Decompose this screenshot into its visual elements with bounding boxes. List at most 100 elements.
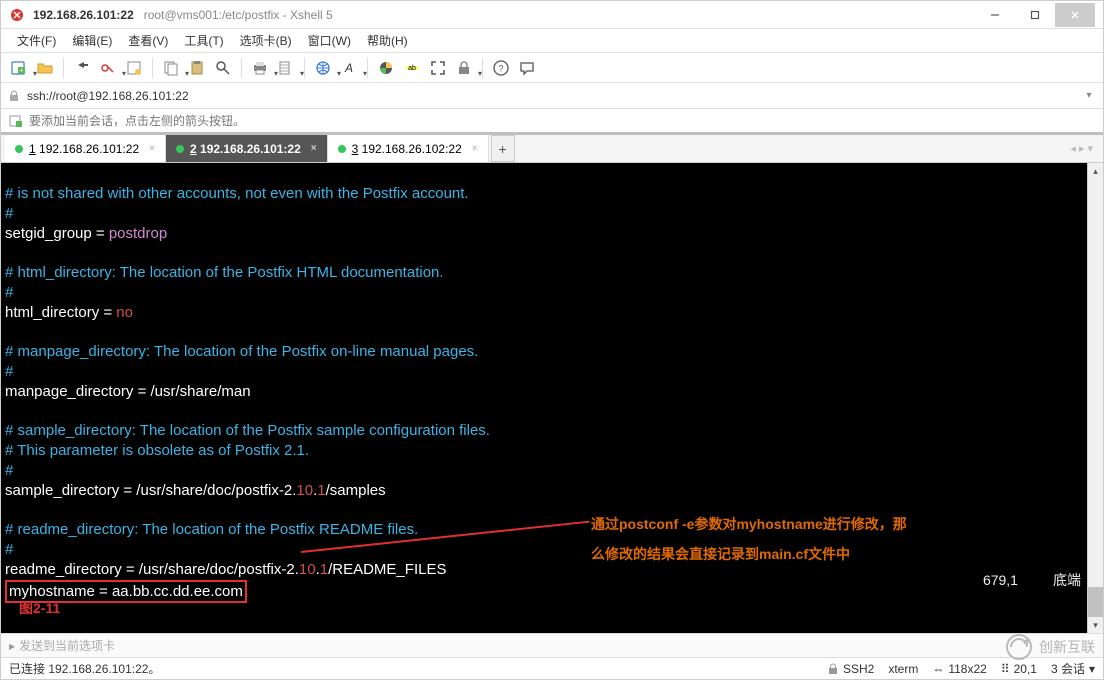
menu-help[interactable]: 帮助(H)	[359, 30, 416, 51]
terminal-line: myhostname = aa.bb.cc.dd.ee.com	[5, 583, 247, 600]
terminal-line: sample_directory = /usr/share/doc/postfi…	[5, 482, 386, 499]
svg-text:+: +	[19, 67, 23, 74]
help-button[interactable]: ?	[489, 56, 513, 80]
hint-bar: 要添加当前会话，点击左侧的箭头按钮。	[1, 109, 1103, 135]
address-dropdown[interactable]: ▾	[1081, 90, 1097, 101]
status-size: ⇔ 118x22	[932, 662, 986, 676]
font-button[interactable]: A	[337, 56, 361, 80]
scrollbar[interactable]: ▴ ▾	[1087, 163, 1103, 633]
status-connection: 已连接 192.168.26.101:22。	[9, 660, 160, 677]
terminal-line: #	[5, 284, 13, 301]
annotation-text-1: 通过postconf -e参数对myhostname进行修改，那	[591, 515, 907, 534]
terminal-line: setgid_group = postdrop	[5, 225, 167, 242]
tab-3[interactable]: 3 192.168.26.102:22 ×	[328, 135, 489, 162]
toolbar-separator	[304, 58, 305, 78]
compose-expand-icon[interactable]: ▸	[9, 639, 15, 653]
terminal-line: # is not shared with other accounts, not…	[5, 185, 469, 202]
log-button[interactable]	[274, 56, 298, 80]
status-dot-icon	[15, 145, 23, 153]
address-bar: ssh://root@192.168.26.101:22 ▾	[1, 83, 1103, 109]
tab-close-icon[interactable]: ×	[472, 143, 478, 154]
vim-position: 679,1 底端	[983, 571, 1081, 590]
terminal-line: # sample_directory: The location of the …	[5, 422, 490, 439]
reconnect-button[interactable]	[70, 56, 94, 80]
close-button[interactable]	[1055, 3, 1095, 27]
svg-text:ab: ab	[408, 65, 416, 72]
address-text[interactable]: ssh://root@192.168.26.101:22	[27, 89, 1075, 103]
menu-edit[interactable]: 编辑(E)	[64, 30, 120, 51]
tab-number: 1 192.168.26.101:22	[29, 142, 139, 156]
tab-2[interactable]: 2 192.168.26.101:22 ×	[166, 135, 328, 162]
status-sessions[interactable]: 3 会话 ▾	[1051, 660, 1095, 677]
figure-label: 图2-11	[19, 599, 60, 618]
terminal-line: # This parameter is obsolete as of Postf…	[5, 442, 309, 459]
compose-placeholder: 发送到当前选项卡	[19, 637, 115, 654]
terminal-line: #	[5, 363, 13, 380]
add-tab-button[interactable]: +	[491, 135, 515, 162]
lock-icon	[7, 89, 21, 103]
web-button[interactable]	[311, 56, 335, 80]
tab-close-icon[interactable]: ×	[149, 143, 155, 154]
color-scheme-button[interactable]	[374, 56, 398, 80]
properties-button[interactable]	[122, 56, 146, 80]
compose-bar[interactable]: ▸ 发送到当前选项卡	[1, 633, 1103, 657]
print-button[interactable]	[248, 56, 272, 80]
scroll-thumb[interactable]	[1088, 587, 1103, 617]
disconnect-button[interactable]	[96, 56, 120, 80]
paste-button[interactable]	[185, 56, 209, 80]
terminal-line: #	[5, 541, 13, 558]
terminal-line: manpage_directory = /usr/share/man	[5, 383, 251, 400]
status-ssh: SSH2	[827, 662, 874, 676]
status-cursor: ⠿ 20,1	[1001, 662, 1037, 676]
toolbar-separator	[63, 58, 64, 78]
find-button[interactable]	[211, 56, 235, 80]
menu-tabs[interactable]: 选项卡(B)	[232, 30, 300, 51]
toolbar-separator	[241, 58, 242, 78]
status-dot-icon	[176, 145, 184, 153]
menu-window[interactable]: 窗口(W)	[300, 30, 359, 51]
title-path: root@vms001:/etc/postfix - Xshell 5	[144, 8, 333, 22]
scroll-up-icon[interactable]: ▴	[1088, 163, 1103, 179]
toolbar-separator	[482, 58, 483, 78]
terminal-line: #	[5, 205, 13, 222]
toolbar: + A ab ?	[1, 53, 1103, 83]
terminal[interactable]: # is not shared with other accounts, not…	[1, 163, 1103, 633]
terminal-line: # manpage_directory: The location of the…	[5, 343, 478, 360]
menu-file[interactable]: 文件(F)	[9, 30, 64, 51]
lock-button[interactable]	[452, 56, 476, 80]
tab-bar: 1 192.168.26.101:22 × 2 192.168.26.101:2…	[1, 135, 1103, 163]
minimize-button[interactable]	[975, 3, 1015, 27]
title-ip: 192.168.26.101:22	[33, 8, 134, 22]
tab-number: 3 192.168.26.102:22	[352, 142, 462, 156]
menu-view[interactable]: 查看(V)	[120, 30, 176, 51]
menu-tools[interactable]: 工具(T)	[176, 30, 231, 51]
svg-text:A: A	[344, 61, 353, 75]
highlight-button[interactable]: ab	[400, 56, 424, 80]
status-term: xterm	[888, 662, 918, 676]
tab-nav-arrows[interactable]: ◂ ▸ ▾	[1060, 135, 1103, 162]
menu-bar: 文件(F) 编辑(E) 查看(V) 工具(T) 选项卡(B) 窗口(W) 帮助(…	[1, 29, 1103, 53]
terminal-line: # readme_directory: The location of the …	[5, 521, 418, 538]
tab-1[interactable]: 1 192.168.26.101:22 ×	[5, 135, 166, 162]
open-button[interactable]	[33, 56, 57, 80]
toolbar-separator	[367, 58, 368, 78]
copy-button[interactable]	[159, 56, 183, 80]
tab-number: 2 192.168.26.101:22	[190, 142, 301, 156]
app-icon	[9, 7, 25, 23]
terminal-line: html_directory = no	[5, 304, 133, 321]
status-dot-icon	[338, 145, 346, 153]
toolbar-separator	[152, 58, 153, 78]
hint-text: 要添加当前会话，点击左侧的箭头按钮。	[29, 112, 245, 129]
new-session-button[interactable]: +	[7, 56, 31, 80]
maximize-button[interactable]	[1015, 3, 1055, 27]
fullscreen-button[interactable]	[426, 56, 450, 80]
scroll-down-icon[interactable]: ▾	[1088, 617, 1103, 633]
svg-text:?: ?	[498, 63, 503, 73]
status-bar: 已连接 192.168.26.101:22。 SSH2 xterm ⇔ 118x…	[1, 657, 1103, 679]
terminal-line: # html_directory: The location of the Po…	[5, 264, 444, 281]
tab-close-icon[interactable]: ×	[311, 143, 317, 154]
annotation-text-2: 么修改的结果会直接记录到main.cf文件中	[591, 545, 850, 564]
add-session-icon[interactable]	[9, 114, 23, 128]
title-bar: 192.168.26.101:22 root@vms001:/etc/postf…	[1, 1, 1103, 29]
chat-button[interactable]	[515, 56, 539, 80]
